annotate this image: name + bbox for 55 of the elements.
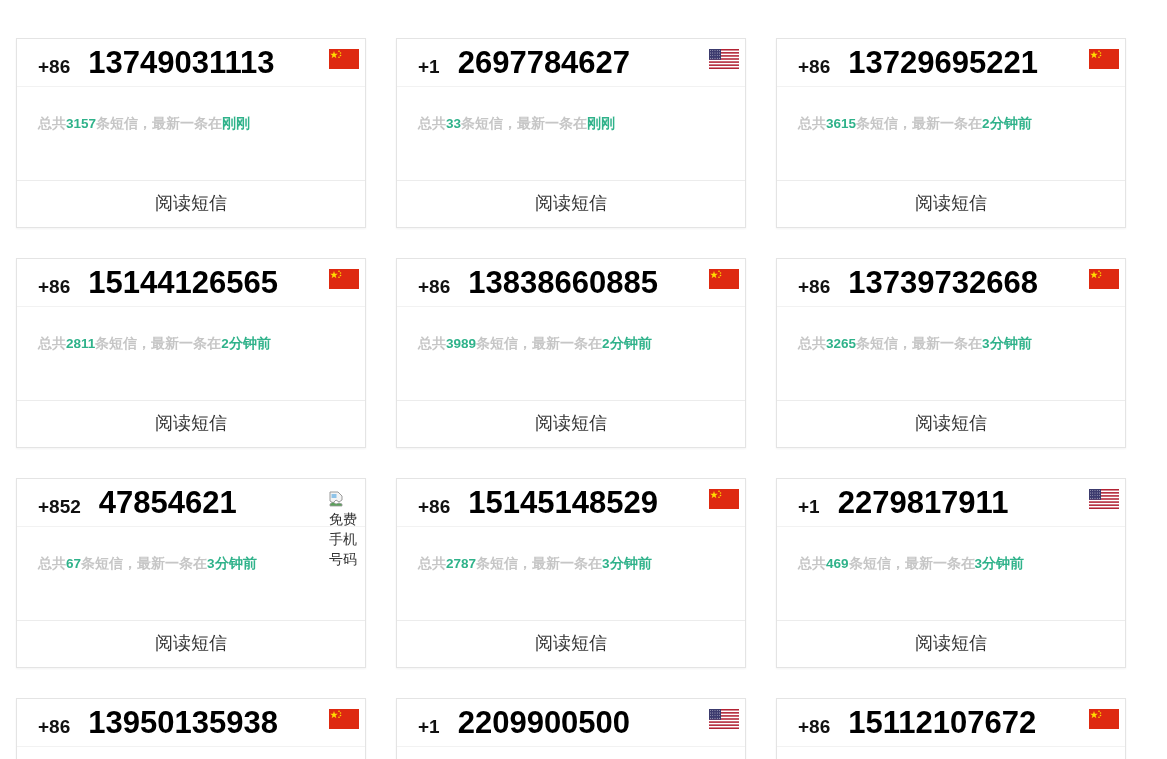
read-messages-link[interactable]: 阅读短信 bbox=[155, 631, 227, 655]
country-code: +1 bbox=[798, 495, 820, 519]
country-code: +86 bbox=[38, 275, 71, 299]
read-messages-link[interactable]: 阅读短信 bbox=[535, 411, 607, 435]
flag-icon bbox=[709, 49, 739, 69]
read-messages-link[interactable]: 阅读短信 bbox=[915, 631, 987, 655]
message-summary: 总共3615条短信，最新一条在2分钟前 bbox=[798, 115, 1032, 133]
message-summary: 总共33条短信，最新一条在刚刚 bbox=[418, 115, 616, 133]
phone-number: 15145148529 bbox=[468, 485, 658, 521]
flag-icon bbox=[1089, 709, 1119, 729]
read-messages-link[interactable]: 阅读短信 bbox=[155, 411, 227, 435]
country-code: +86 bbox=[798, 275, 831, 299]
country-code: +1 bbox=[418, 55, 440, 79]
message-summary: 总共2811条短信，最新一条在2分钟前 bbox=[38, 335, 271, 353]
country-code: +86 bbox=[418, 495, 451, 519]
read-messages-link[interactable]: 阅读短信 bbox=[915, 191, 987, 215]
read-messages-link[interactable]: 阅读短信 bbox=[535, 191, 607, 215]
country-code: +852 bbox=[38, 495, 81, 519]
phone-number: 2697784627 bbox=[457, 45, 631, 81]
message-summary: 总共3989条短信，最新一条在2分钟前 bbox=[418, 335, 652, 353]
country-code: +86 bbox=[38, 715, 71, 739]
flag-icon bbox=[329, 269, 359, 289]
broken-image-icon bbox=[329, 491, 343, 507]
phone-number: 2279817911 bbox=[837, 485, 1009, 521]
phone-number: 15112107672 bbox=[848, 705, 1037, 741]
phone-number: 13749031113 bbox=[88, 45, 275, 81]
message-summary: 总共67条短信，最新一条在3分钟前 bbox=[38, 555, 257, 573]
image-alt-text: 免费手机号码 bbox=[329, 510, 358, 569]
message-summary: 总共469条短信，最新一条在3分钟前 bbox=[798, 555, 1025, 573]
flag-icon bbox=[1089, 269, 1119, 289]
read-messages-link[interactable]: 阅读短信 bbox=[915, 411, 987, 435]
country-code: +86 bbox=[38, 55, 71, 79]
phone-number: 15144126565 bbox=[88, 265, 278, 301]
read-messages-link[interactable]: 阅读短信 bbox=[535, 631, 607, 655]
message-summary: 总共2787条短信，最新一条在3分钟前 bbox=[418, 555, 652, 573]
message-summary: 总共3157条短信，最新一条在刚刚 bbox=[38, 115, 251, 133]
flag-icon bbox=[1089, 49, 1119, 69]
flag-icon bbox=[709, 269, 739, 289]
phone-number: 13729695221 bbox=[848, 45, 1038, 81]
flag-icon bbox=[329, 49, 359, 69]
flag-icon bbox=[709, 709, 739, 729]
phone-number: 47854621 bbox=[98, 485, 237, 521]
phone-number: 13838660885 bbox=[468, 265, 658, 301]
message-summary: 总共3265条短信，最新一条在3分钟前 bbox=[798, 335, 1032, 353]
flag-icon bbox=[329, 709, 359, 729]
phone-number: 2209900500 bbox=[457, 705, 631, 741]
country-code: +1 bbox=[418, 715, 440, 739]
country-code: +86 bbox=[798, 55, 831, 79]
phone-number: 13739732668 bbox=[848, 265, 1038, 301]
phone-number: 13950135938 bbox=[88, 705, 278, 741]
flag-icon bbox=[1089, 489, 1119, 509]
flag-icon bbox=[709, 489, 739, 509]
country-code: +86 bbox=[418, 275, 451, 299]
country-code: +86 bbox=[798, 715, 831, 739]
read-messages-link[interactable]: 阅读短信 bbox=[155, 191, 227, 215]
